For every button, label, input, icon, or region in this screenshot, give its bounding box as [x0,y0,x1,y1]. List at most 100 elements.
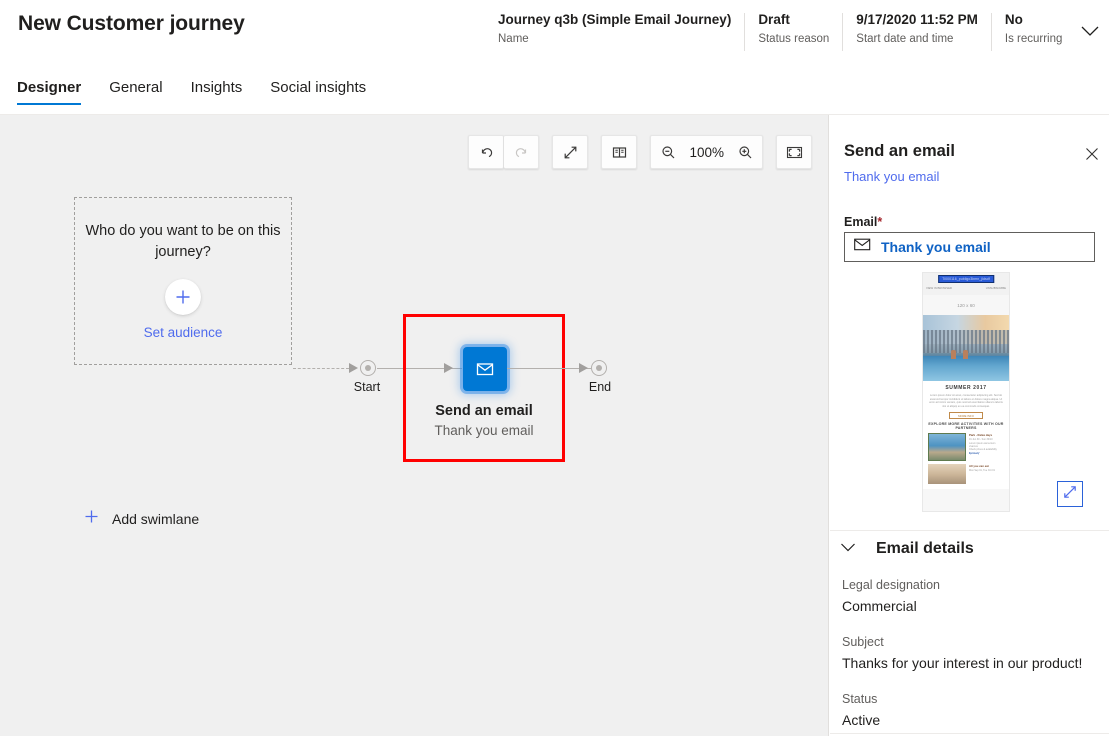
preview-header-link: Ti000116_publigo3bmn_jldsdf [938,275,994,283]
header-field-name: Journey q3b (Simple Email Journey) Name [498,11,744,53]
add-swimlane-button[interactable]: Add swimlane [84,509,199,529]
tab-designer[interactable]: Designer [17,79,82,105]
tab-general[interactable]: General [109,79,162,105]
header-field-is-recurring-label: Is recurring [1004,33,1063,45]
preview-hero-image [923,315,1009,381]
preview-item-1-title: Park - Relax days [969,433,993,438]
header-field-group: Journey q3b (Simple Email Journey) Name … [498,11,1075,53]
map-group [601,135,638,169]
app-header: New Customer journey Journey q3b (Simple… [0,0,1109,64]
email-preview-thumbnail[interactable]: Ti000116_publigo3bmn_jldsdf VIEW IN BROW… [922,272,1010,512]
expand-preview-button[interactable] [1057,481,1083,507]
panel-title: Send an email [844,142,955,160]
start-node[interactable] [360,360,376,376]
expand-diagonal-icon [1062,484,1078,505]
swimlane-audience[interactable]: Who do you want to be on this journey? S… [74,197,292,365]
close-icon[interactable] [1083,145,1101,163]
required-marker: * [877,215,883,229]
zoom-in-icon[interactable] [728,136,762,168]
chevron-down-icon [840,540,856,558]
preview-item-1-image [928,433,966,462]
chevron-down-icon[interactable] [1080,24,1100,38]
fit-group [776,135,812,169]
email-details-section-title: Email details [876,540,974,557]
preview-cta-button: MORE INFO [949,412,983,420]
redo-group [504,135,540,169]
undo-icon[interactable] [469,136,503,168]
preview-view-in-browser: VIEW IN BROWSER [926,286,952,290]
preview-body-section: SUMMER 2017 Lorem ipsum dolor sit amet, … [923,381,1009,490]
envelope-icon [476,363,494,376]
detail-legal-designation-value: Commercial [842,598,917,614]
preview-topbar: Ti000116_publigo3bmn_jldsdf VIEW IN BROW… [923,273,1009,295]
expand-group [552,135,589,169]
tab-general-label: General [109,79,163,96]
header-field-status-reason-value: Draft [758,12,790,27]
connector-arrow-start [349,363,358,373]
detail-status: Status Active [842,691,880,731]
canvas-toolbar: 100% [468,135,812,169]
set-audience-link[interactable]: Set audience [75,325,291,340]
preview-heading: SUMMER 2017 [945,385,987,391]
detail-subject-value: Thanks for your interest in our product! [842,655,1083,671]
email-details-section-header[interactable]: Email details [840,540,974,558]
detail-status-key: Status [842,692,878,706]
detail-legal-designation: Legal designation Commercial [842,577,940,617]
header-field-name-label: Name [498,33,529,45]
preview-body-text: Lorem ipsum dolor sit amet, consectetur … [929,394,1003,408]
panel-subtitle-link[interactable]: Thank you email [844,169,939,184]
header-field-is-recurring-value: No [1004,12,1023,27]
header-field-start-date-label: Start date and time [856,33,954,45]
header-field-start-date-value: 9/17/2020 11:52 PM [856,12,978,27]
preview-item-2-image [928,464,966,485]
plus-icon[interactable] [165,279,201,315]
send-email-tile[interactable] [463,347,507,391]
email-lookup-value: Thank you email [881,239,991,255]
detail-status-value: Active [842,712,881,728]
preview-item-2-title: All you can eat [969,464,989,469]
preview-logo-placeholder: 120 x 60 [923,295,1009,315]
connector-arrow-end [579,363,588,373]
send-email-tile-subtitle: Thank you email [434,423,534,438]
end-node-label: End [588,380,612,394]
email-field-label: Email* [844,215,882,229]
expand-diagonal-icon[interactable] [553,136,587,168]
journey-designer-canvas[interactable]: 100% Who do you want to be on this journ… [0,115,829,736]
redo-icon[interactable] [504,136,538,168]
tab-social-insights[interactable]: Social insights [270,79,366,105]
preview-item-1-price: €price/q' [969,452,980,456]
tab-social-insights-label: Social insights [270,79,367,96]
start-node-label: Start [353,380,381,394]
zoom-group: 100% [650,135,763,169]
preview-unsubscribe: UNSUBSCRIBE [985,286,1006,290]
preview-partners-heading: EXPLORE MORE ACTIVITIES WITH OUR PARTNER… [928,422,1004,431]
email-lookup-field[interactable]: Thank you email [844,232,1095,262]
connector-dashed [293,368,349,369]
send-email-tile-title: Send an email [435,403,533,419]
panel-bottom-divider [830,733,1109,734]
detail-legal-designation-key: Legal designation [842,578,940,592]
end-node[interactable] [591,360,607,376]
preview-item-1-line3: Check prices & availability [969,447,997,451]
header-field-name-value: Journey q3b (Simple Email Journey) [498,12,732,27]
tab-insights[interactable]: Insights [191,79,243,105]
header-field-is-recurring: No Is recurring [990,11,1076,53]
swimlane-question: Who do you want to be on this journey? [85,223,281,260]
email-field-label-text: Email [844,215,878,229]
undo-redo-group [468,135,505,169]
zoom-level-label: 100% [689,144,724,160]
tab-designer-label: Designer [17,79,82,96]
preview-item-1: Park - Relax days 01 Jun 30 - Sun 30/10 … [928,433,1004,462]
zoom-out-icon[interactable] [651,136,685,168]
header-field-status-reason-label: Status reason [758,33,830,45]
envelope-icon [854,238,871,256]
panel-divider [830,530,1109,531]
plus-icon [84,509,99,529]
header-field-status-reason: Draft Status reason [744,11,842,53]
map-icon[interactable] [602,136,636,168]
tab-insights-label: Insights [190,79,243,96]
header-field-start-date: 9/17/2020 11:52 PM Start date and time [842,11,991,53]
detail-subject-key: Subject [842,635,884,649]
add-swimlane-label: Add swimlane [112,511,200,527]
fit-to-screen-icon[interactable] [777,136,811,168]
